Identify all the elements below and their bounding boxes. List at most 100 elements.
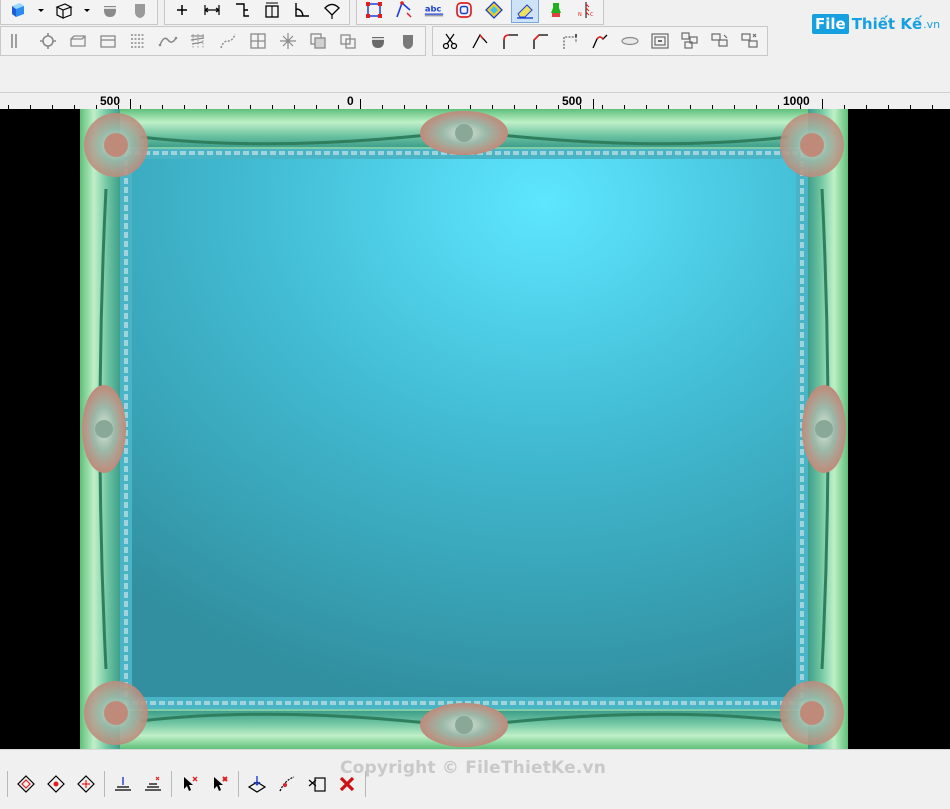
dropdown-arrow-icon xyxy=(38,8,44,12)
array-copy-icon xyxy=(681,32,698,49)
trim-curve-icon xyxy=(279,776,295,792)
fillet-icon xyxy=(503,34,518,49)
layer-down-button[interactable] xyxy=(110,772,136,796)
drawing-toolbar-group: abc NC xyxy=(356,0,604,25)
relief-box-button[interactable] xyxy=(95,29,121,53)
copyright-watermark: Copyright © FileThietKe.vn xyxy=(340,758,607,778)
corner-icon xyxy=(563,34,577,49)
erase-tool-button[interactable] xyxy=(511,0,539,23)
box-dimension-button[interactable] xyxy=(259,0,285,22)
blend-curve-button[interactable] xyxy=(587,29,613,53)
group-button[interactable] xyxy=(707,29,733,53)
horizontal-dimension-button[interactable] xyxy=(199,0,225,22)
fill-region-button[interactable] xyxy=(481,0,507,22)
snap-midpoint-button[interactable] xyxy=(43,772,69,796)
snap-node-button[interactable] xyxy=(13,772,39,796)
ruler-label: 1000 xyxy=(783,94,810,108)
shade-view-button[interactable] xyxy=(5,0,31,22)
edit-toolbar-group xyxy=(432,26,768,56)
tool-bit-icon xyxy=(551,2,561,17)
ellipse-button[interactable] xyxy=(617,29,643,53)
logo-file-box: File xyxy=(812,14,849,34)
node-edit-icon xyxy=(366,1,382,18)
relief-grid-button[interactable] xyxy=(125,29,151,53)
view-toolbar-group xyxy=(0,0,158,25)
relief-dome-shade-button[interactable] xyxy=(365,29,391,53)
relief-spline-button[interactable] xyxy=(215,29,241,53)
relief-mesh-button[interactable] xyxy=(275,29,301,53)
dropdown-arrow-icon xyxy=(84,8,90,12)
angle-dimension-button[interactable] xyxy=(289,0,315,22)
delete-button[interactable] xyxy=(334,772,360,796)
shield-icon xyxy=(403,35,413,49)
mesh-icon xyxy=(280,33,296,49)
relief-bevel-button[interactable] xyxy=(65,29,91,53)
logo-brand-text: Thiết Kế xyxy=(851,15,923,33)
design-viewport[interactable] xyxy=(0,109,950,749)
relief-curve-button[interactable] xyxy=(155,29,181,53)
angle-icon xyxy=(295,2,309,17)
toolbar-separator xyxy=(171,771,172,797)
extend-button[interactable] xyxy=(467,29,493,53)
project-button[interactable] xyxy=(244,772,270,796)
offset-button[interactable] xyxy=(451,0,477,22)
blend-curve-icon xyxy=(592,34,608,49)
diamond-midpoint-icon xyxy=(47,775,65,793)
radius-icon xyxy=(324,3,340,19)
relief-frame-button[interactable] xyxy=(245,29,271,53)
nested-rect-button[interactable] xyxy=(647,29,673,53)
tool-path-button[interactable] xyxy=(543,0,569,22)
chamfer-button[interactable] xyxy=(527,29,553,53)
spline-icon xyxy=(220,33,236,49)
bevel-icon xyxy=(70,35,86,47)
node-edit-button[interactable] xyxy=(361,0,387,22)
relief-frame-preview xyxy=(80,109,848,749)
svg-text:N: N xyxy=(578,12,582,18)
slice-icon xyxy=(11,34,17,48)
wireframe-view-button[interactable] xyxy=(51,0,77,22)
ordinate-dimension-icon xyxy=(236,2,249,17)
select-remove-button[interactable] xyxy=(207,772,233,796)
sweep-icon xyxy=(190,34,205,48)
extend-line-icon xyxy=(472,33,488,49)
layer-up-button[interactable] xyxy=(140,772,166,796)
shade-view-dropdown[interactable] xyxy=(35,0,47,22)
dome-icon xyxy=(372,37,384,48)
relief-shield-shade-button[interactable] xyxy=(395,29,421,53)
relief-shield-button[interactable] xyxy=(127,0,153,22)
select-add-button[interactable] xyxy=(177,772,203,796)
gear-icon xyxy=(40,33,56,49)
plus-icon xyxy=(177,4,187,15)
snap-center-button[interactable] xyxy=(73,772,99,796)
horizontal-ruler[interactable]: 500 0 500 1000 xyxy=(0,92,950,110)
polyline-button[interactable] xyxy=(391,0,417,22)
relief-merge-button[interactable] xyxy=(305,29,331,53)
cursor-remove-icon xyxy=(214,776,228,791)
point-button[interactable] xyxy=(169,0,195,22)
relief-sweep-button[interactable] xyxy=(185,29,211,53)
relief-combine-button[interactable] xyxy=(335,29,361,53)
relief-dome-button[interactable] xyxy=(97,0,123,22)
wireframe-view-dropdown[interactable] xyxy=(81,0,93,22)
eraser-icon xyxy=(517,3,533,19)
ungroup-button[interactable] xyxy=(737,29,763,53)
corner-button[interactable] xyxy=(557,29,583,53)
nc-output-button[interactable]: NC xyxy=(573,0,599,22)
ordinate-dimension-button[interactable] xyxy=(229,0,255,22)
toolbar-separator xyxy=(238,771,239,797)
export-button[interactable] xyxy=(304,772,330,796)
combine-icon xyxy=(340,34,356,49)
layer-up-icon xyxy=(145,776,161,791)
text-tool-button[interactable]: abc xyxy=(421,0,447,22)
cut-button[interactable] xyxy=(437,29,463,53)
radius-dimension-button[interactable] xyxy=(319,0,345,22)
trim-curve-button[interactable] xyxy=(274,772,300,796)
ungroup-icon xyxy=(741,33,758,48)
fillet-button[interactable] xyxy=(497,29,523,53)
merge-icon xyxy=(310,33,326,49)
dome-icon xyxy=(104,5,116,17)
relief-slice-button[interactable] xyxy=(5,29,31,53)
array-copy-button[interactable] xyxy=(677,29,703,53)
relief-gear-button[interactable] xyxy=(35,29,61,53)
layer-down-icon xyxy=(115,777,131,791)
